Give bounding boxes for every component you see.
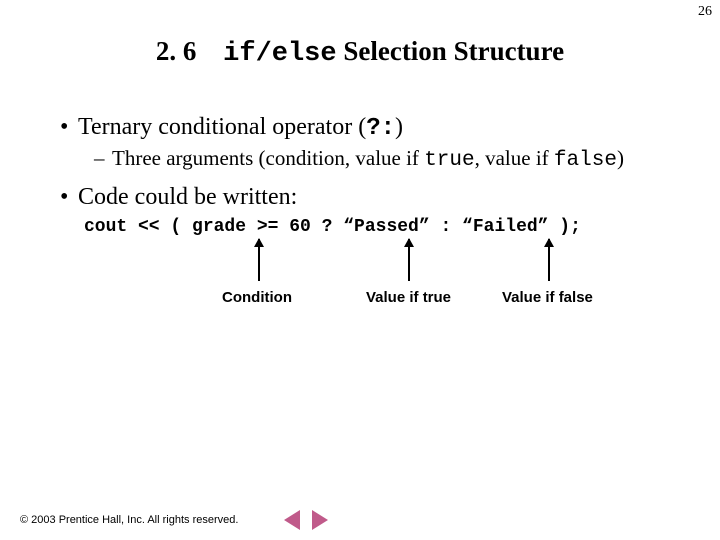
title-rest: Selection Structure bbox=[337, 36, 564, 66]
label-value-false: Value if false bbox=[502, 289, 593, 306]
bullet-code-written-text: Code could be written: bbox=[78, 184, 297, 210]
bullet-ternary-pre: Ternary conditional operator ( bbox=[78, 114, 366, 140]
section-number: 2. 6 bbox=[156, 36, 197, 67]
bullet-ternary-post: ) bbox=[395, 114, 403, 140]
subbullet-mid: , value if bbox=[475, 146, 554, 170]
bullet-ternary-code: ?: bbox=[366, 115, 395, 142]
title-code: if/else bbox=[223, 39, 336, 69]
copyright-text: © 2003 Prentice Hall, Inc. All rights re… bbox=[20, 514, 238, 526]
subbullet-pre: Three arguments (condition, value if bbox=[112, 146, 424, 170]
prev-slide-button[interactable] bbox=[284, 510, 300, 530]
slide-title: 2. 6 if/else Selection Structure bbox=[0, 36, 720, 69]
dash-icon: – bbox=[94, 146, 112, 171]
label-value-true: Value if true bbox=[366, 289, 451, 306]
arrow-false-icon bbox=[548, 239, 550, 281]
bullet-dot-icon: • bbox=[60, 114, 78, 141]
bullet-ternary: •Ternary conditional operator (?:) bbox=[60, 114, 700, 142]
copyright-footer: © 2003 Prentice Hall, Inc. All rights re… bbox=[20, 514, 238, 526]
bullet-dot-icon: • bbox=[60, 184, 78, 211]
arrow-group bbox=[60, 239, 700, 289]
next-slide-button[interactable] bbox=[312, 510, 328, 530]
code-line: cout << ( grade >= 60 ? “Passed” : “Fail… bbox=[84, 217, 700, 237]
arrow-labels: Condition Value if true Value if false bbox=[60, 289, 700, 313]
slide-body: •Ternary conditional operator (?:) –Thre… bbox=[60, 108, 700, 313]
bullet-code-written: •Code could be written: bbox=[60, 184, 700, 211]
subbullet-true: true bbox=[424, 149, 474, 172]
subbullet-three-args: –Three arguments (condition, value if tr… bbox=[94, 146, 700, 172]
arrow-true-icon bbox=[408, 239, 410, 281]
nav-buttons bbox=[280, 510, 332, 530]
label-condition: Condition bbox=[222, 289, 292, 306]
arrow-condition-icon bbox=[258, 239, 260, 281]
page-number: 26 bbox=[698, 4, 712, 20]
subbullet-post: ) bbox=[617, 146, 624, 170]
subbullet-false: false bbox=[554, 149, 617, 172]
